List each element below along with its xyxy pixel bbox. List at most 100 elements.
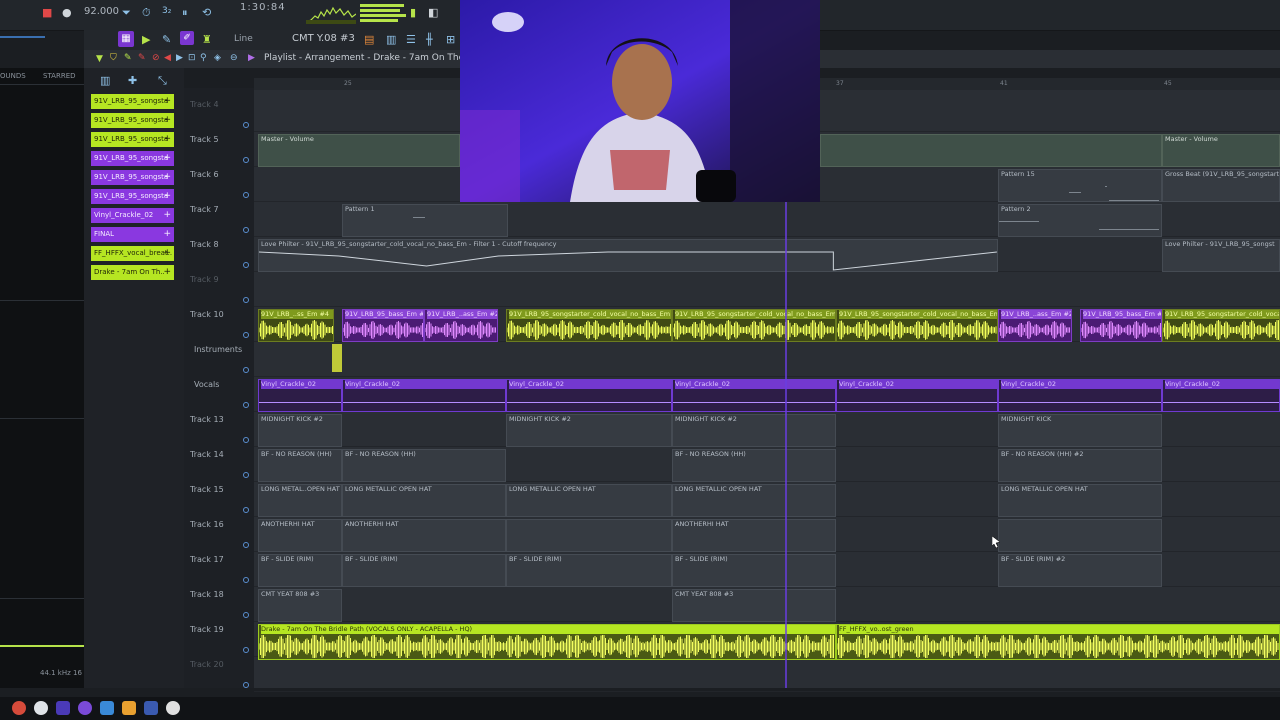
track-select-dot[interactable]	[243, 262, 249, 268]
add-icon[interactable]: +	[163, 189, 171, 204]
add-icon[interactable]: +	[163, 246, 171, 261]
add-icon[interactable]: +	[163, 132, 171, 147]
clip-track10-h[interactable]: 91V_LRB_95_bass_Em #2	[1080, 309, 1162, 342]
picker-add-icon[interactable]: ✚	[128, 74, 137, 87]
fl-studio-icon[interactable]	[122, 701, 136, 715]
track-name[interactable]: Track 20	[190, 660, 224, 669]
track-name[interactable]: Track 7	[190, 205, 219, 214]
app-icon[interactable]	[144, 701, 158, 715]
photoshop-icon[interactable]	[100, 701, 114, 715]
pattern-arrows-icon[interactable]: ▤	[364, 33, 374, 46]
track-name[interactable]: Track 16	[190, 520, 224, 529]
clip-anotherhi-3[interactable]	[506, 519, 672, 552]
loop-record-icon[interactable]: ⟲	[202, 6, 211, 19]
track-name[interactable]: Track 10	[190, 310, 224, 319]
add-icon[interactable]: +	[163, 227, 171, 242]
zoom-icon[interactable]: ⚲	[200, 53, 207, 63]
clip-track10-e[interactable]: 91V_LRB_95_songstarter_cold_vocal_no_bas…	[672, 309, 836, 342]
track-select-dot[interactable]	[243, 542, 249, 548]
clip-metal-hat-1[interactable]: LONG METAL..OPEN HAT	[258, 484, 342, 517]
clip-anotherhi-5[interactable]	[998, 519, 1162, 552]
track-name[interactable]: Track 17	[190, 555, 224, 564]
mixer-icon[interactable]: ▥	[386, 33, 396, 46]
picker-move-icon[interactable]: ⤡	[158, 74, 167, 88]
delete-icon[interactable]: ⊘	[152, 53, 160, 63]
track-lane[interactable]	[254, 271, 1280, 307]
clip-master-volume[interactable]: Master - Volume	[258, 134, 460, 167]
track-name[interactable]: Vocals	[194, 380, 219, 389]
playback-icon[interactable]: ◈	[214, 53, 221, 63]
picker-item[interactable]: Drake - 7am On Th.. +	[91, 265, 174, 280]
track-select-dot[interactable]	[243, 402, 249, 408]
track-name[interactable]: Instruments	[194, 345, 242, 354]
track-select-dot[interactable]	[243, 157, 249, 163]
add-icon[interactable]: +	[163, 94, 171, 109]
track-name[interactable]: Track 6	[190, 170, 219, 179]
clip-metal-hat-4[interactable]: LONG METALLIC OPEN HAT	[672, 484, 836, 517]
clip-no-reason-4[interactable]: BF - NO REASON (HH) #2	[998, 449, 1162, 482]
clip-anotherhi-4[interactable]: ANOTHERHI HAT	[672, 519, 836, 552]
picker-item[interactable]: 91V_LRB_95_songsta +	[91, 151, 174, 166]
clip-track10-g[interactable]: 91V_LRB_..ass_Em #2	[998, 309, 1072, 342]
clip-pattern-15[interactable]: Pattern 15	[998, 169, 1162, 202]
track-name[interactable]: Track 8	[190, 240, 219, 249]
track-select-dot[interactable]	[243, 647, 249, 653]
metronome-icon[interactable]: ⏷	[122, 6, 131, 20]
snap-selector[interactable]: Line	[234, 34, 253, 44]
preset-display[interactable]: CMT Y.08 #3	[292, 33, 355, 44]
picker-item[interactable]: Vinyl_Crackle_02 +	[91, 208, 174, 223]
clip-vinyl-7[interactable]: Vinyl_Crackle_02	[1162, 379, 1280, 412]
mute-icon[interactable]: ◀	[164, 53, 171, 63]
track-select-dot[interactable]	[243, 332, 249, 338]
channel-rack-icon[interactable]: ☰	[406, 33, 416, 46]
clip-track10-c[interactable]: 91V_LRB_..ass_Em #2	[424, 309, 498, 342]
track-name[interactable]: Track 19	[190, 625, 224, 634]
clip-cmt-808-2[interactable]: CMT YEAT 808 #3	[672, 589, 836, 622]
track-select-dot[interactable]	[243, 227, 249, 233]
clip-vinyl-4[interactable]: Vinyl_Crackle_02	[672, 379, 836, 412]
picker-item[interactable]: FF_HFFX_vocal_breat.. +	[91, 246, 174, 261]
track-name[interactable]: Track 4	[190, 100, 219, 109]
track-select-dot[interactable]	[243, 367, 249, 373]
track-select-dot[interactable]	[243, 507, 249, 513]
tempo-display[interactable]: 92.000	[84, 6, 119, 17]
add-icon[interactable]: +	[163, 113, 171, 128]
clip-acapella-2[interactable]: FF_HFFX_vo..ost_green	[836, 624, 1280, 660]
clip-pattern-1[interactable]: Pattern 1	[342, 204, 508, 237]
track-select-dot[interactable]	[243, 192, 249, 198]
picker-item[interactable]: FINAL +	[91, 227, 174, 242]
track-select-dot[interactable]	[243, 297, 249, 303]
record-icon[interactable]: ●	[62, 6, 72, 19]
clip-track10-b[interactable]: 91V_LRB_95_bass_Em #2	[342, 309, 424, 342]
clip-no-reason-3[interactable]: BF - NO REASON (HH)	[672, 449, 836, 482]
piano-roll-icon[interactable]: ╫	[426, 33, 433, 46]
track-name[interactable]: Track 18	[190, 590, 224, 599]
picker-item[interactable]: 91V_LRB_95_songsta +	[91, 132, 174, 147]
clip-slide-2[interactable]: BF - SLIDE (RIM)	[342, 554, 506, 587]
pattern-icon[interactable]: ▦	[118, 31, 134, 47]
clip-master-volume-2[interactable]: Master - Volume	[1162, 134, 1280, 167]
clip-midnight-kick-3[interactable]: MIDNIGHT KICK #2	[672, 414, 836, 447]
clip-cmt-808-1[interactable]: CMT YEAT 808 #3	[258, 589, 342, 622]
clip-vinyl-1[interactable]: Vinyl_Crackle_02	[258, 379, 342, 412]
add-icon[interactable]: +	[163, 170, 171, 185]
browser-app-icon[interactable]	[34, 701, 48, 715]
clip-track10-d[interactable]: 91V_LRB_95_songstarter_cold_vocal_no_bas…	[506, 309, 672, 342]
pen-icon[interactable]: ✎	[162, 33, 171, 46]
clip-love-philter-2[interactable]: Love Philter - 91V_LRB_95_songst	[1162, 239, 1280, 272]
instrument-clip-marker[interactable]	[332, 344, 342, 372]
clip-metal-hat-3[interactable]: LONG METALLIC OPEN HAT	[506, 484, 672, 517]
arrow-icon[interactable]: ▶	[248, 53, 255, 63]
blend-icon[interactable]: ⏸	[182, 6, 188, 20]
clip-track10-a[interactable]: 91V_LRB_..ss_Em #4	[258, 309, 334, 342]
add-icon[interactable]: +	[163, 151, 171, 166]
clip-slide-4[interactable]: BF - SLIDE (RIM)	[672, 554, 836, 587]
track-name[interactable]: Track 13	[190, 415, 224, 424]
track-lane[interactable]	[254, 341, 1280, 377]
clip-slide-3[interactable]: BF - SLIDE (RIM)	[506, 554, 672, 587]
countdown-icon[interactable]: 3₂	[162, 6, 171, 16]
premiere-icon[interactable]	[56, 701, 70, 715]
track-select-dot[interactable]	[243, 682, 249, 688]
picker-item[interactable]: 91V_LRB_95_songsta +	[91, 170, 174, 185]
clip-vinyl-5[interactable]: Vinyl_Crackle_02	[836, 379, 998, 412]
